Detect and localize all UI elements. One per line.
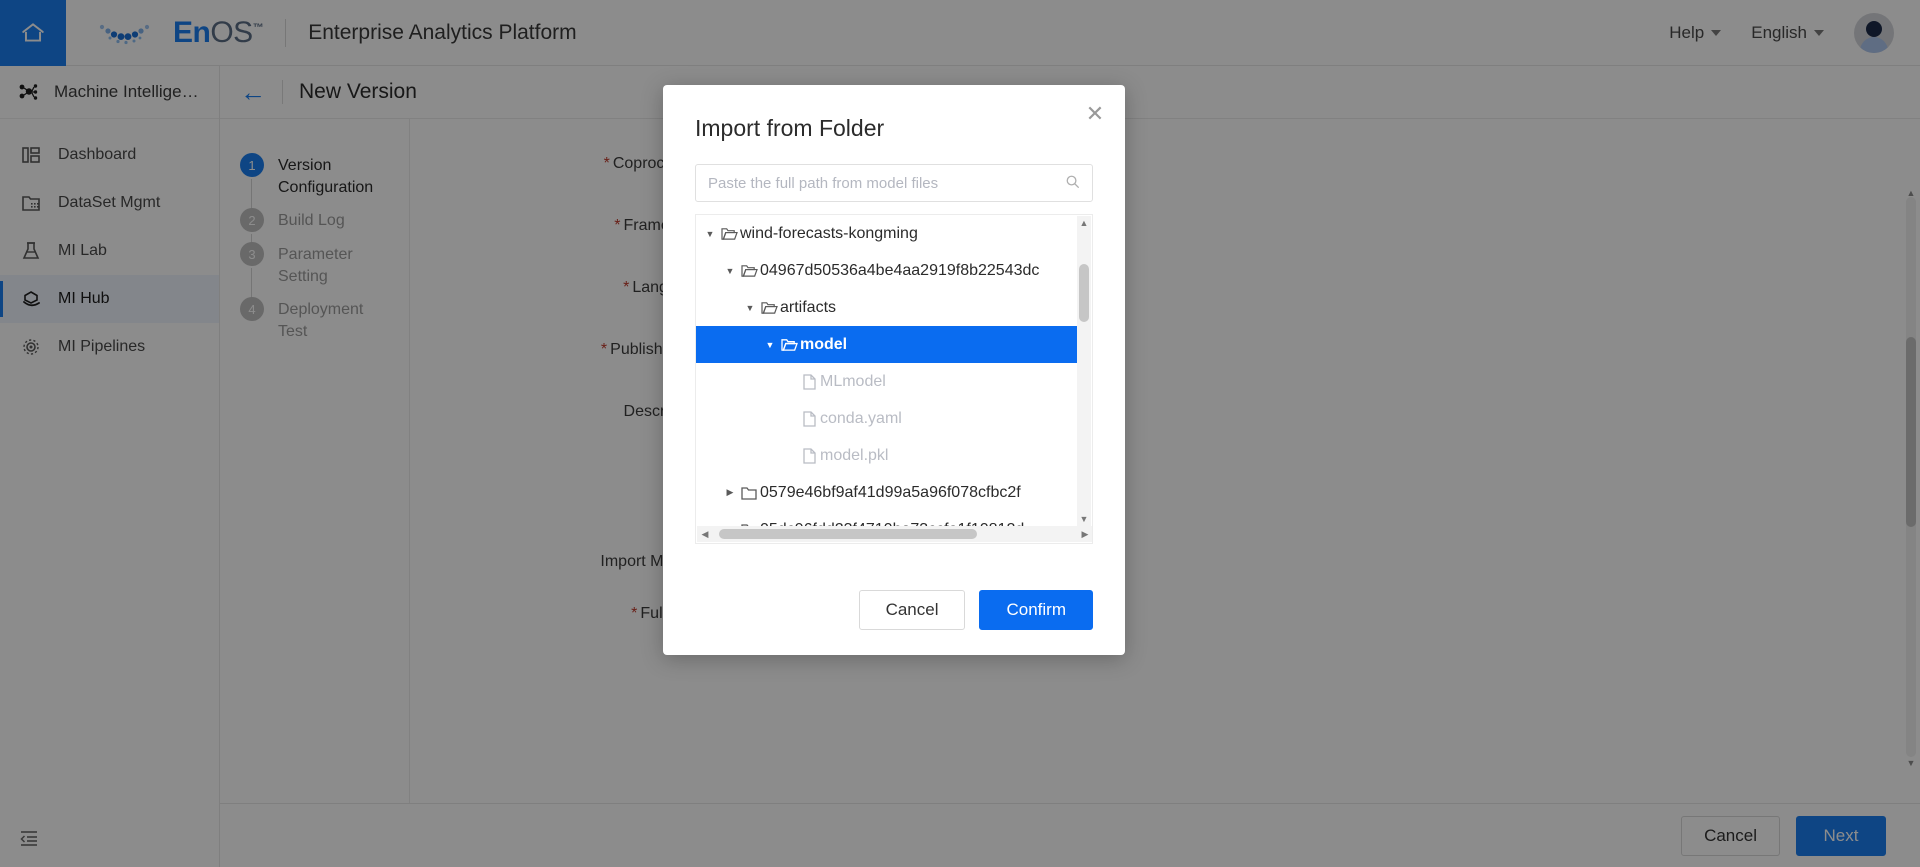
- folder-open-icon: [718, 226, 740, 241]
- vscrollbar-thumb[interactable]: [1079, 264, 1089, 322]
- app-root: EnOS™ Enterprise Analytics Platform Help…: [0, 0, 1920, 867]
- search-input[interactable]: [708, 174, 1065, 192]
- tree-item-label: wind-forecasts-kongming: [740, 224, 918, 242]
- close-icon[interactable]: ✕: [1083, 103, 1107, 127]
- tree-horizontal-scrollbar[interactable]: ◀ ▶: [697, 526, 1092, 542]
- tree-item-label: artifacts: [780, 298, 837, 316]
- tree-item-folder[interactable]: ▼ 04967d50536a4be4aa2919f8b22543dc: [696, 252, 1078, 289]
- folder-tree: ▼ wind-forecasts-kongming ▼ 04967d50536a…: [695, 214, 1093, 544]
- tree-item-label: 0579e46bf9af41d99a5a96f078cfbc2f: [760, 483, 1021, 501]
- file-icon: [798, 410, 820, 427]
- folder-open-icon: [778, 337, 800, 352]
- tree-scroll-viewport: ▼ wind-forecasts-kongming ▼ 04967d50536a…: [696, 215, 1078, 527]
- scroll-left-icon[interactable]: ◀: [697, 526, 713, 542]
- tree-item-label: conda.yaml: [820, 409, 902, 427]
- file-icon: [798, 373, 820, 390]
- chevron-right-icon[interactable]: ▶: [722, 487, 738, 498]
- tree-item-label: model.pkl: [820, 446, 889, 464]
- tree-vertical-scrollbar[interactable]: ▲ ▼: [1077, 216, 1091, 526]
- folder-open-icon: [758, 300, 780, 315]
- folder-open-icon: [738, 263, 760, 278]
- tree-item-label: 04967d50536a4be4aa2919f8b22543dc: [760, 261, 1040, 279]
- scroll-down-icon[interactable]: ▼: [1077, 512, 1091, 526]
- tree-item-folder-selected[interactable]: ▼ model: [696, 326, 1078, 363]
- file-icon: [798, 447, 820, 464]
- chevron-down-icon[interactable]: ▼: [762, 340, 778, 350]
- chevron-down-icon[interactable]: ▼: [702, 229, 718, 239]
- hscrollbar-thumb[interactable]: [719, 529, 977, 539]
- dialog-cancel-button[interactable]: Cancel: [858, 590, 966, 630]
- scroll-right-icon[interactable]: ▶: [1077, 526, 1092, 542]
- search-icon[interactable]: [1065, 174, 1080, 193]
- tree-item-folder[interactable]: ▼ wind-forecasts-kongming: [696, 215, 1078, 252]
- scroll-up-icon[interactable]: ▲: [1077, 216, 1091, 230]
- dialog-footer: Cancel Confirm: [663, 565, 1125, 655]
- import-from-folder-dialog: Import from Folder ✕ ▼: [663, 85, 1125, 655]
- dialog-title: Import from Folder: [695, 115, 885, 141]
- chevron-down-icon[interactable]: ▼: [722, 266, 738, 276]
- tree-item-file[interactable]: ▶ MLmodel: [696, 363, 1078, 400]
- tree-item-label: model: [800, 335, 848, 353]
- dialog-confirm-button[interactable]: Confirm: [979, 590, 1093, 630]
- folder-icon: [738, 486, 760, 500]
- tree-item-file[interactable]: ▶ conda.yaml: [696, 400, 1078, 437]
- chevron-down-icon[interactable]: ▼: [742, 303, 758, 313]
- tree-item-label: MLmodel: [820, 372, 886, 390]
- dialog-body: ▼ wind-forecasts-kongming ▼ 04967d50536a…: [663, 142, 1125, 544]
- tree-item-file[interactable]: ▶ model.pkl: [696, 437, 1078, 474]
- tree-item-folder[interactable]: ▶ 05dc96fdd23f4710ba73ccfe1f10812d: [696, 511, 1078, 527]
- path-search-box[interactable]: [695, 164, 1093, 202]
- tree-item-folder[interactable]: ▼ artifacts: [696, 289, 1078, 326]
- tree-item-folder[interactable]: ▶ 0579e46bf9af41d99a5a96f078cfbc2f: [696, 474, 1078, 511]
